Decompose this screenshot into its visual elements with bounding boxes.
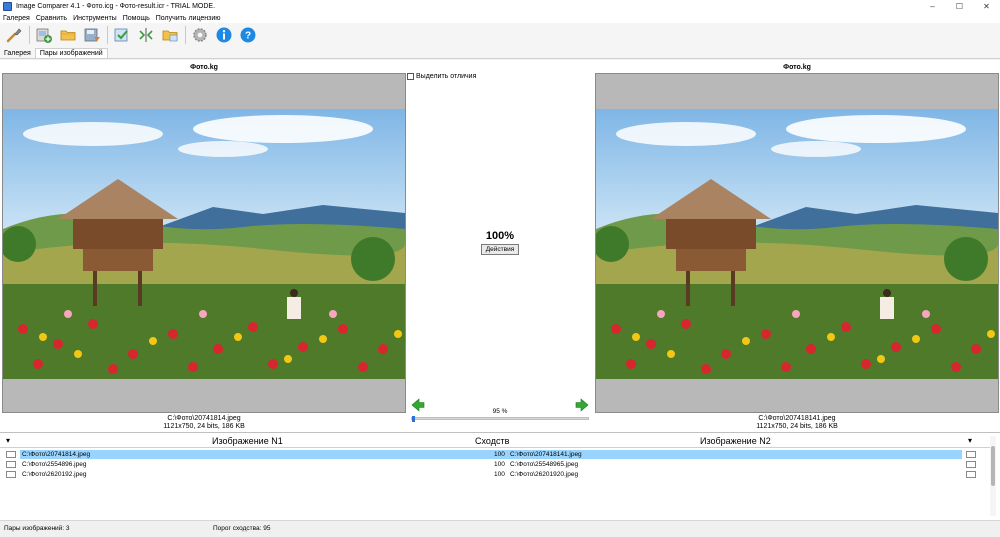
right-image-title: Фото.kg xyxy=(783,64,811,71)
menu-get-license[interactable]: Получить лицензию xyxy=(156,15,221,22)
row-left-path: C:\Фото\2620192.jpeg xyxy=(22,471,87,478)
actions-button[interactable]: Действия xyxy=(481,244,519,255)
toolbar: ? xyxy=(0,23,1000,47)
row-score: 100 xyxy=(494,471,505,478)
column-header-image2[interactable]: Изображение N2 xyxy=(700,436,771,446)
split-compare-button[interactable] xyxy=(136,25,156,45)
title-bar: Image Comparer 4.1 - Фото.icg - Фото-res… xyxy=(0,0,1000,13)
similarity-value: 100% xyxy=(485,230,515,242)
settings-button[interactable] xyxy=(190,25,210,45)
image-pairs-table: ▾ Изображение N1 Сходств Изображение N2 … xyxy=(0,432,1000,520)
status-bar: Пары изображений: 3 Порог сходства: 95 xyxy=(0,520,1000,537)
toolbar-separator xyxy=(29,26,30,44)
row-checkbox-right[interactable] xyxy=(966,451,976,458)
row-highlight xyxy=(20,460,962,469)
row-score: 100 xyxy=(494,451,505,458)
zoom-value: 95 % xyxy=(492,408,508,415)
left-image-caption: C:\Фото\20741814.jpeg 1121x750, 24 bits,… xyxy=(2,415,406,431)
sort-toggle-right[interactable]: ▾ xyxy=(968,436,972,445)
tab-bar: Галерея Пары изображений xyxy=(0,47,1000,59)
toolbar-separator xyxy=(185,26,186,44)
right-image-info: 1121x750, 24 bits, 186 KB xyxy=(756,423,838,430)
compare-icon xyxy=(114,28,128,42)
tab-image-pairs[interactable]: Пары изображений xyxy=(34,48,108,58)
tab-gallery[interactable]: Галерея xyxy=(0,49,35,58)
column-header-similarity[interactable]: Сходств xyxy=(475,436,509,446)
comparison-area: Фото.kg C:\Фото\20741814.jpeg 1121x750, … xyxy=(0,60,1000,432)
row-checkbox-left[interactable] xyxy=(6,451,16,458)
zoom-slider[interactable] xyxy=(411,416,589,422)
toolbar-separator xyxy=(107,26,108,44)
info-icon xyxy=(216,27,232,43)
help-button[interactable]: ? xyxy=(238,25,258,45)
row-left-path: C:\Фото\20741814.jpeg xyxy=(22,451,91,458)
app-icon xyxy=(3,2,12,11)
sort-toggle-left[interactable]: ▾ xyxy=(6,436,10,445)
center-controls: Выделить отличия 100% Действия 95 % xyxy=(407,73,593,430)
row-checkbox-right[interactable] xyxy=(966,461,976,468)
window-title: Image Comparer 4.1 - Фото.icg - Фото-res… xyxy=(16,3,216,10)
row-checkbox-right[interactable] xyxy=(966,471,976,478)
highlight-differences-checkbox[interactable] xyxy=(407,73,414,80)
menu-help[interactable]: Помощь xyxy=(123,15,150,22)
svg-text:?: ? xyxy=(245,31,251,42)
highlight-differences-label: Выделить отличия xyxy=(416,73,477,80)
row-right-path: C:\Фото\25548965.jpeg xyxy=(510,461,579,468)
right-image-frame[interactable] xyxy=(595,73,999,413)
row-highlight xyxy=(20,450,962,459)
brush-icon xyxy=(6,28,22,43)
row-score: 100 xyxy=(494,461,505,468)
add-gallery-button[interactable] xyxy=(34,25,54,45)
row-checkbox-left[interactable] xyxy=(6,471,16,478)
row-highlight xyxy=(20,470,962,479)
right-image xyxy=(596,109,998,379)
info-button[interactable] xyxy=(214,25,234,45)
left-image-info: 1121x750, 24 bits, 186 KB xyxy=(163,423,245,430)
save-icon xyxy=(84,28,100,42)
left-image-frame[interactable] xyxy=(2,73,406,413)
menu-tools[interactable]: Инструменты xyxy=(73,15,117,22)
zoom-slider-thumb[interactable] xyxy=(412,416,415,422)
left-image-title: Фото.kg xyxy=(190,64,218,71)
row-right-path: C:\Фото\207418141.jpeg xyxy=(510,451,582,458)
minimize-button[interactable]: – xyxy=(919,0,946,13)
menu-bar: Галерея Сравнить Инструменты Помощь Полу… xyxy=(0,13,1000,23)
help-icon: ? xyxy=(240,27,256,43)
highlight-differences-toggle[interactable]: Выделить отличия xyxy=(407,73,593,80)
table-scrollbar[interactable] xyxy=(990,436,996,516)
similarity-threshold: Порог сходства: 95 xyxy=(213,525,271,532)
left-image xyxy=(3,109,405,379)
pairs-count: Пары изображений: 3 xyxy=(4,525,70,532)
split-compare-icon xyxy=(139,28,153,42)
open-folder-button[interactable] xyxy=(58,25,78,45)
window-controls: – ☐ ✕ xyxy=(919,0,1000,13)
row-checkbox-left[interactable] xyxy=(6,461,16,468)
close-button[interactable]: ✕ xyxy=(973,0,1000,13)
right-image-caption: C:\Фото\207418141.jpeg 1121x750, 24 bits… xyxy=(595,415,999,431)
table-row[interactable]: C:\Фото\20741814.jpeg 100 C:\Фото\20741814… xyxy=(0,450,990,459)
brush-button[interactable] xyxy=(4,25,24,45)
folder-compare-button[interactable] xyxy=(160,25,180,45)
table-row[interactable]: C:\Фото\2554896.jpeg 100 C:\Фото\25548965.… xyxy=(0,460,990,469)
menu-gallery[interactable]: Галерея xyxy=(3,15,30,22)
row-left-path: C:\Фото\2554896.jpeg xyxy=(22,461,87,468)
settings-icon xyxy=(193,28,207,42)
row-right-path: C:\Фото\26201920.jpeg xyxy=(510,471,579,478)
save-button[interactable] xyxy=(82,25,102,45)
add-gallery-icon xyxy=(36,28,52,43)
scrollbar-thumb[interactable] xyxy=(991,446,995,486)
open-folder-icon xyxy=(60,30,76,41)
right-image-path: C:\Фото\207418141.jpeg xyxy=(758,415,836,422)
compare-button[interactable] xyxy=(112,25,132,45)
table-row[interactable]: C:\Фото\2620192.jpeg 100 C:\Фото\26201920.… xyxy=(0,470,990,479)
column-header-image1[interactable]: Изображение N1 xyxy=(212,436,283,446)
maximize-button[interactable]: ☐ xyxy=(946,0,973,13)
folder-compare-icon xyxy=(162,30,178,42)
menu-compare[interactable]: Сравнить xyxy=(36,15,67,22)
table-header: ▾ Изображение N1 Сходств Изображение N2 … xyxy=(0,435,990,448)
left-image-path: C:\Фото\20741814.jpeg xyxy=(167,415,241,422)
